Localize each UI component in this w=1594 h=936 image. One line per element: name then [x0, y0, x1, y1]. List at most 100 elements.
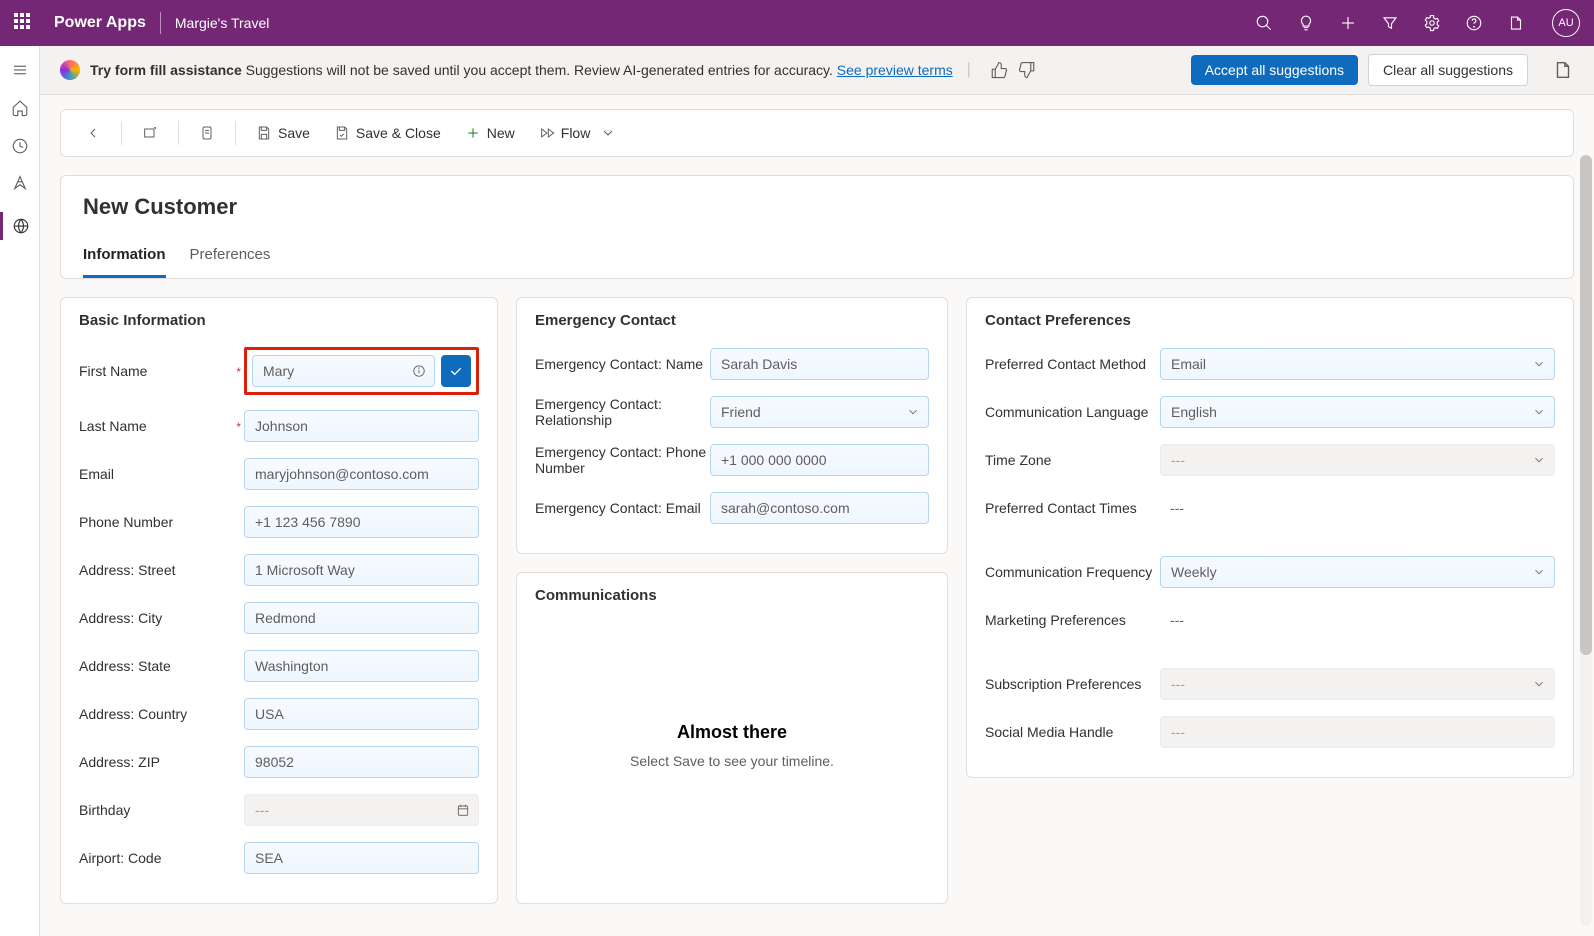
left-rail: [0, 46, 40, 936]
field-pref-times: Preferred Contact Times ---: [985, 491, 1555, 525]
basic-information-section: Basic Information First Name Mary Last N…: [60, 297, 498, 904]
info-icon[interactable]: [412, 364, 426, 381]
input-pref-mkt[interactable]: ---: [1160, 604, 1555, 636]
input-phone[interactable]: +1 123 456 7890: [244, 506, 479, 538]
input-airport[interactable]: SEA: [244, 842, 479, 874]
copilot-launch-icon[interactable]: [1552, 59, 1574, 81]
prefs-heading: Contact Preferences: [985, 312, 1555, 329]
save-close-button[interactable]: Save & Close: [324, 119, 451, 147]
input-pref-social[interactable]: ---: [1160, 716, 1555, 748]
label-country: Address: Country: [79, 706, 244, 722]
field-pref-method: Preferred Contact Method Email: [985, 347, 1555, 381]
form-columns: Basic Information First Name Mary Last N…: [60, 297, 1574, 904]
copilot-icon: [60, 60, 80, 80]
field-state: Address: State Washington: [79, 649, 479, 683]
label-last-name: Last Name: [79, 418, 244, 434]
input-ec-email[interactable]: sarah@contoso.com: [710, 492, 929, 524]
field-country: Address: Country USA: [79, 697, 479, 731]
search-icon[interactable]: [1254, 13, 1274, 33]
field-pref-mkt: Marketing Preferences ---: [985, 603, 1555, 637]
calendar-icon[interactable]: [456, 803, 470, 820]
input-street[interactable]: 1 Microsoft Way: [244, 554, 479, 586]
scrollbar-thumb[interactable]: [1580, 155, 1592, 655]
input-pref-sub[interactable]: ---: [1160, 668, 1555, 700]
rail-active-item[interactable]: [0, 212, 39, 240]
add-icon[interactable]: [1338, 13, 1358, 33]
globe-icon: [11, 216, 31, 236]
flow-button[interactable]: Flow: [529, 119, 627, 147]
label-airport: Airport: Code: [79, 850, 244, 866]
input-state[interactable]: Washington: [244, 650, 479, 682]
field-street: Address: Street 1 Microsoft Way: [79, 553, 479, 587]
hamburger-icon[interactable]: [10, 60, 30, 80]
copilot-header-icon[interactable]: [1506, 13, 1526, 33]
field-pref-tz: Time Zone ---: [985, 443, 1555, 477]
app-launcher-icon[interactable]: [14, 13, 34, 33]
recent-icon[interactable]: [10, 136, 30, 156]
home-icon[interactable]: [10, 98, 30, 118]
emergency-heading: Emergency Contact: [535, 312, 929, 329]
comm-empty-sub: Select Save to see your timeline.: [535, 753, 929, 769]
accept-suggestion-button[interactable]: [441, 355, 471, 387]
label-birthday: Birthday: [79, 802, 244, 818]
accept-all-button[interactable]: Accept all suggestions: [1191, 55, 1358, 85]
lightbulb-icon[interactable]: [1296, 13, 1316, 33]
analyzer-button[interactable]: [189, 119, 225, 147]
thumbs-down-icon[interactable]: [1017, 60, 1037, 80]
communications-section: Communications Almost there Select Save …: [516, 572, 948, 904]
label-pref-mkt: Marketing Preferences: [985, 612, 1160, 628]
open-new-window-button[interactable]: [132, 119, 168, 147]
field-ec-name: Emergency Contact: Name Sarah Davis: [535, 347, 929, 381]
input-ec-phone[interactable]: +1 000 000 0000: [710, 444, 929, 476]
input-last-name[interactable]: Johnson: [244, 410, 479, 442]
comm-empty-title: Almost there: [535, 722, 929, 743]
tab-information[interactable]: Information: [83, 246, 166, 278]
label-ec-rel: Emergency Contact: Relationship: [535, 396, 710, 428]
save-close-label: Save & Close: [356, 125, 441, 141]
label-zip: Address: ZIP: [79, 754, 244, 770]
input-country[interactable]: USA: [244, 698, 479, 730]
chevron-down-icon: [1532, 453, 1546, 470]
first-name-value: Mary: [263, 363, 294, 379]
feedback-icons: [989, 60, 1037, 80]
back-button[interactable]: [75, 119, 111, 147]
new-button[interactable]: New: [455, 119, 525, 147]
label-ec-phone: Emergency Contact: Phone Number: [535, 444, 710, 476]
help-icon[interactable]: [1464, 13, 1484, 33]
input-pref-times[interactable]: ---: [1160, 492, 1555, 524]
tab-preferences[interactable]: Preferences: [190, 246, 271, 278]
input-city[interactable]: Redmond: [244, 602, 479, 634]
suggestion-text: Try form fill assistance Suggestions wil…: [90, 62, 953, 78]
contact-preferences-section: Contact Preferences Preferred Contact Me…: [966, 297, 1574, 778]
first-name-highlight: Mary: [244, 347, 479, 395]
input-ec-name[interactable]: Sarah Davis: [710, 348, 929, 380]
user-avatar[interactable]: AU: [1552, 9, 1580, 37]
field-ec-email: Emergency Contact: Email sarah@contoso.c…: [535, 491, 929, 525]
environment-name[interactable]: Margie's Travel: [175, 15, 269, 31]
label-ec-email: Emergency Contact: Email: [535, 500, 710, 516]
settings-icon[interactable]: [1422, 13, 1442, 33]
chevron-down-icon: [1532, 677, 1546, 694]
preview-terms-link[interactable]: See preview terms: [837, 62, 953, 78]
input-pref-tz[interactable]: ---: [1160, 444, 1555, 476]
chevron-down-icon: [906, 405, 920, 422]
field-pref-social: Social Media Handle ---: [985, 715, 1555, 749]
input-pref-method[interactable]: Email: [1160, 348, 1555, 380]
save-button[interactable]: Save: [246, 119, 320, 147]
pinned-icon[interactable]: [10, 174, 30, 194]
field-pref-lang: Communication Language English: [985, 395, 1555, 429]
input-birthday[interactable]: ---: [244, 794, 479, 826]
filter-icon[interactable]: [1380, 13, 1400, 33]
flow-label: Flow: [561, 125, 591, 141]
input-pref-lang[interactable]: English: [1160, 396, 1555, 428]
input-email[interactable]: maryjohnson@contoso.com: [244, 458, 479, 490]
thumbs-up-icon[interactable]: [989, 60, 1009, 80]
field-airport: Airport: Code SEA: [79, 841, 479, 875]
field-first-name: First Name Mary: [79, 347, 479, 395]
clear-all-button[interactable]: Clear all suggestions: [1368, 54, 1528, 86]
input-pref-freq[interactable]: Weekly: [1160, 556, 1555, 588]
input-zip[interactable]: 98052: [244, 746, 479, 778]
save-label: Save: [278, 125, 310, 141]
input-ec-rel[interactable]: Friend: [710, 396, 929, 428]
input-first-name[interactable]: Mary: [252, 355, 435, 387]
